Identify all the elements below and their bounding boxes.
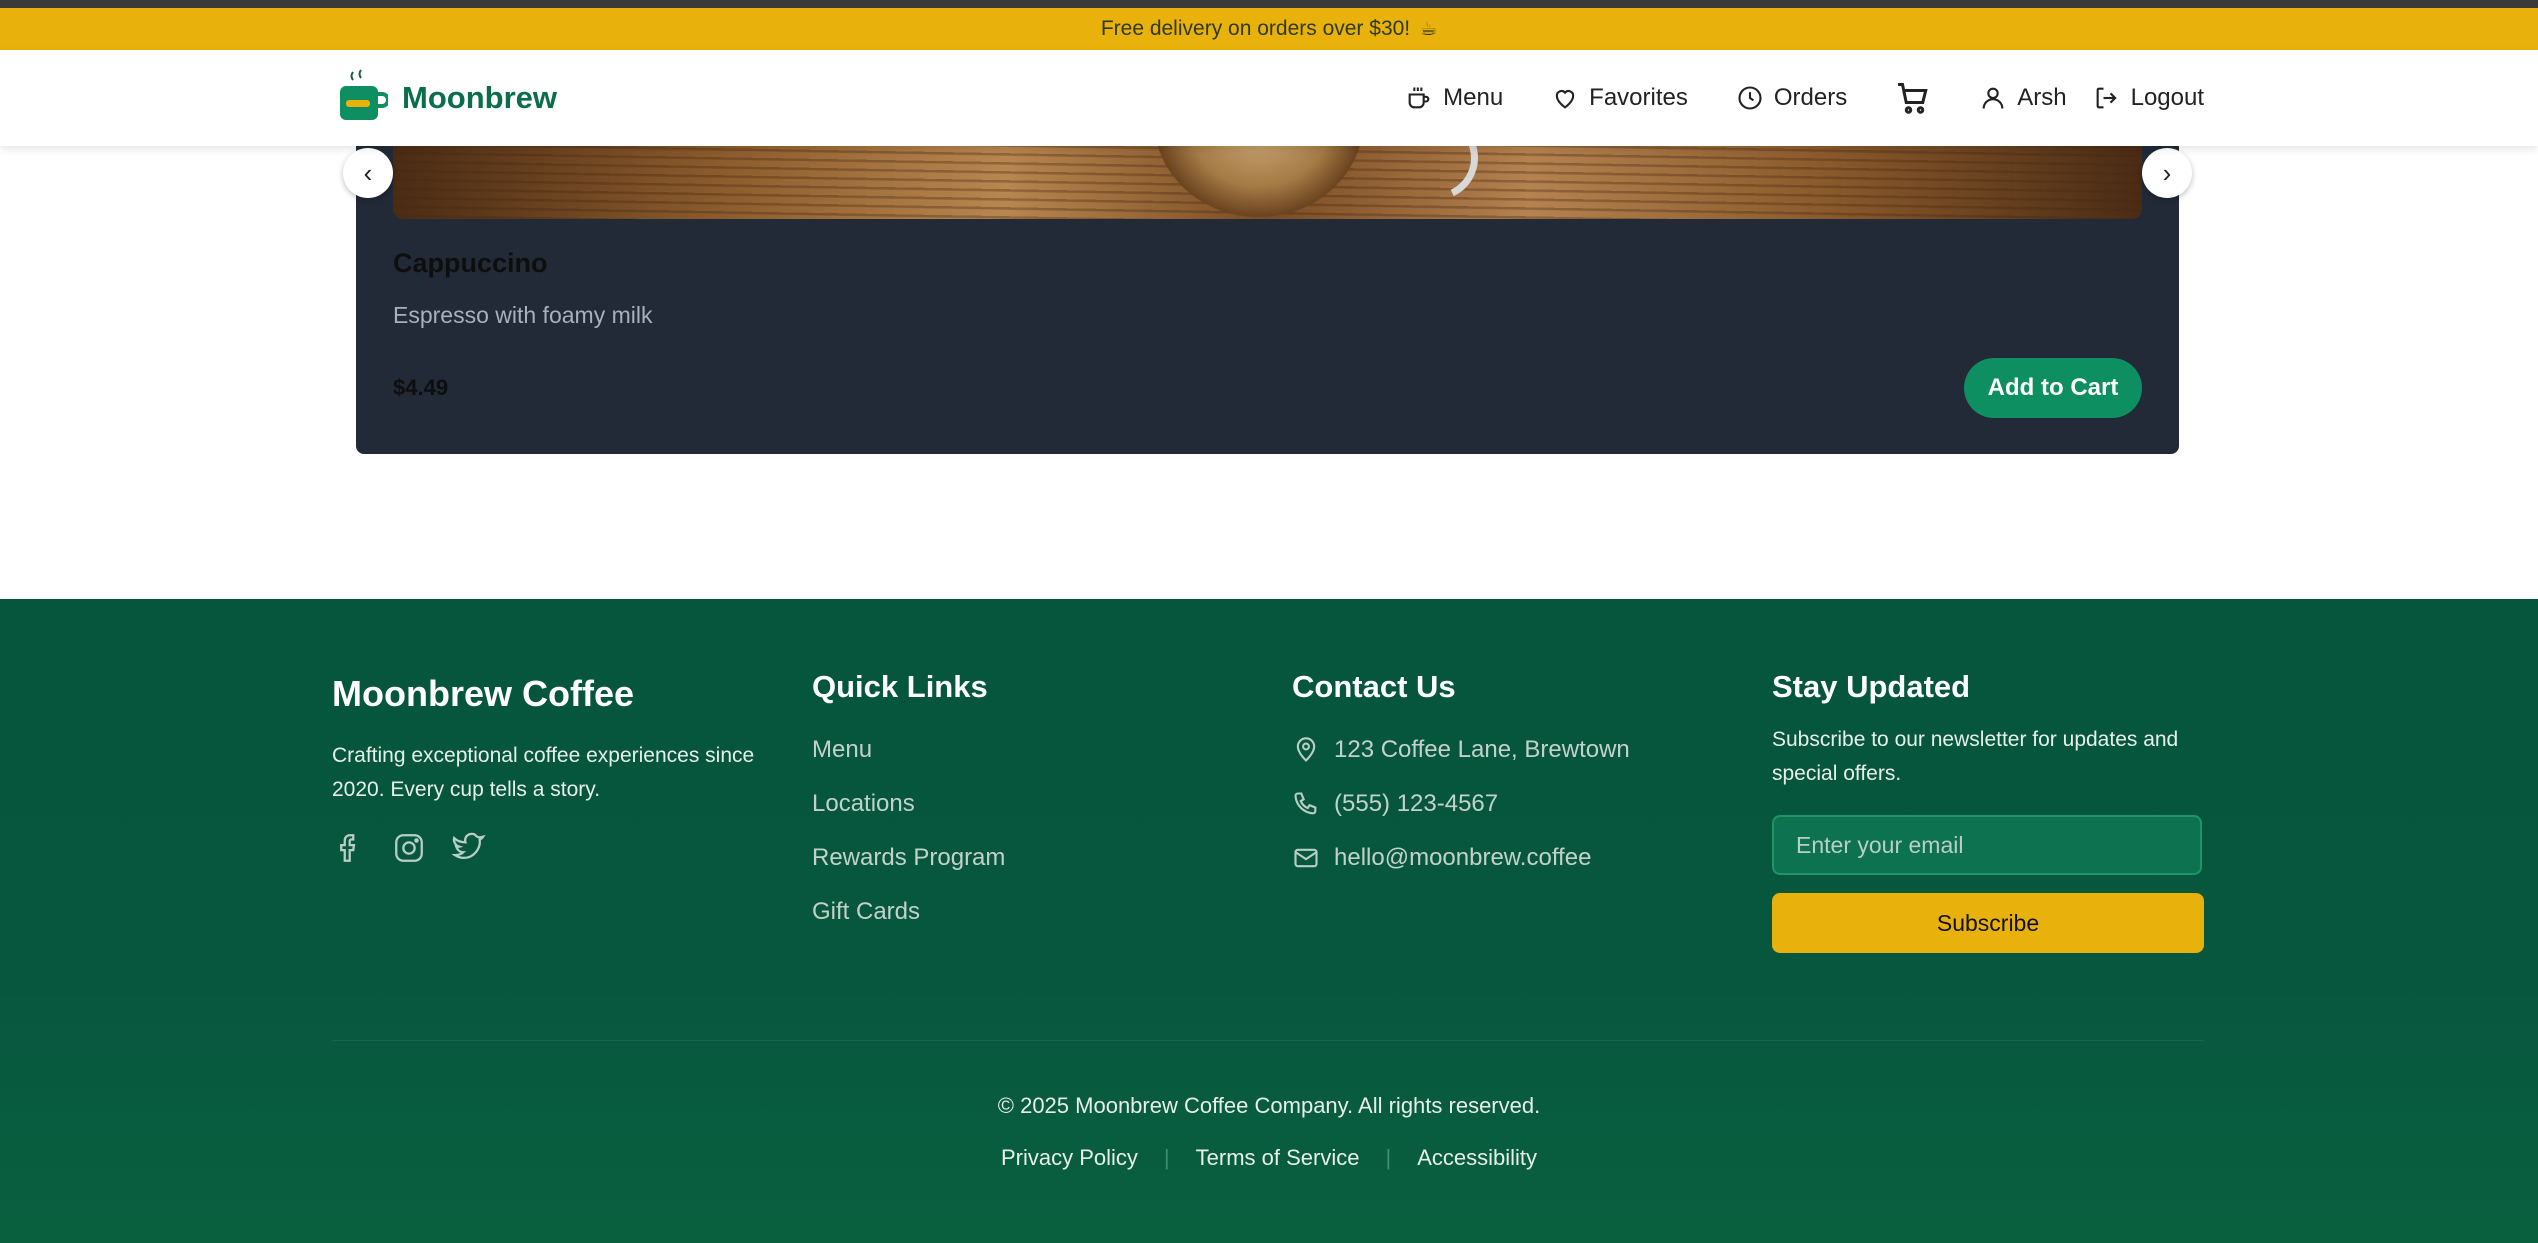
newsletter-text: Subscribe to our newsletter for updates … — [1772, 723, 2204, 791]
product-description: Espresso with foamy milk — [393, 302, 653, 328]
newsletter-line-2: special offers. — [1772, 762, 1902, 785]
carousel-next-button[interactable]: › — [2142, 148, 2192, 198]
brand-name: Moonbrew — [402, 80, 557, 115]
legal-separator: | — [1385, 1145, 1392, 1170]
nav-menu-link[interactable]: Menu — [1405, 84, 1503, 112]
quick-link-rewards[interactable]: Rewards Program — [812, 831, 1005, 885]
privacy-policy-link[interactable]: Privacy Policy — [1001, 1145, 1138, 1171]
social-links — [332, 831, 754, 865]
twitter-icon[interactable] — [452, 831, 486, 865]
product-card: Cappuccino Espresso with foamy milk $4.4… — [356, 146, 2179, 454]
contact-phone-text[interactable]: (555) 123-4567 — [1334, 790, 1498, 818]
footer-about: Moonbrew Coffee Crafting exceptional cof… — [332, 673, 754, 865]
chevron-left-icon: ‹ — [363, 157, 373, 188]
contact-address: 123 Coffee Lane, Brewtown — [1292, 723, 1630, 777]
quick-link-menu[interactable]: Menu — [812, 723, 1005, 777]
newsletter-line-1: Subscribe to our newsletter for updates … — [1772, 728, 2179, 751]
heart-icon — [1555, 90, 1575, 109]
product-carousel: Cappuccino Espresso with foamy milk $4.4… — [343, 146, 2192, 456]
user-controls: Arsh Logout — [1979, 84, 2204, 112]
legal-links: Privacy Policy | Terms of Service | Acce… — [0, 1145, 2538, 1171]
nav-orders-label: Orders — [1773, 84, 1848, 111]
footer-contact: Contact Us 123 Coffee Lane, Brewtown (55… — [1292, 669, 1630, 885]
shopping-cart-icon — [1898, 83, 1928, 114]
newsletter-email-input[interactable] — [1772, 815, 2202, 875]
user-icon — [1982, 87, 2004, 109]
contact-list: 123 Coffee Lane, Brewtown (555) 123-4567… — [1292, 723, 1630, 885]
contact-title: Contact Us — [1292, 669, 1456, 704]
logout-button[interactable]: Logout — [2093, 84, 2204, 112]
nav-menu-label: Menu — [1443, 84, 1504, 111]
nav-favorites-link[interactable]: Favorites — [1551, 84, 1688, 112]
footer-about-line-2: 2020. Every cup tells a story. — [332, 778, 601, 801]
site-footer: Moonbrew Coffee Crafting exceptional cof… — [0, 599, 2538, 1243]
newsletter-form: Subscribe — [1772, 815, 2204, 953]
accessibility-link[interactable]: Accessibility — [1417, 1145, 1537, 1171]
logout-icon — [2096, 87, 2117, 109]
product-image — [393, 146, 2142, 219]
coffee-cup-icon — [1408, 87, 1430, 109]
quick-links-list: Menu Locations Rewards Program Gift Card… — [812, 723, 1005, 939]
facebook-icon[interactable] — [332, 831, 366, 865]
copyright-text: © 2025 Moonbrew Coffee Company. All righ… — [997, 1093, 1541, 1118]
legal-separator: | — [1163, 1145, 1170, 1170]
newsletter-title: Stay Updated — [1772, 669, 1971, 704]
terms-of-service-link[interactable]: Terms of Service — [1196, 1145, 1360, 1171]
nav-orders-link[interactable]: Orders — [1736, 84, 1847, 112]
carousel-prev-button[interactable]: ‹ — [343, 148, 393, 198]
cart-button[interactable] — [1895, 80, 1931, 116]
footer-newsletter: Stay Updated Subscribe to our newsletter… — [1772, 669, 2204, 953]
footer-about-line-1: Crafting exceptional coffee experiences … — [332, 744, 755, 767]
user-profile-link[interactable]: Arsh — [1979, 84, 2067, 112]
footer-about-text: Crafting exceptional coffee experiences … — [332, 739, 754, 807]
logout-label: Logout — [2130, 84, 2204, 111]
brand-link[interactable]: Moonbrew — [338, 68, 557, 128]
promo-text: Free delivery on orders over $30! — [1100, 17, 1411, 40]
chevron-right-icon: › — [2162, 157, 2172, 188]
contact-address-text: 123 Coffee Lane, Brewtown — [1334, 736, 1630, 763]
footer-quick-links: Quick Links Menu Locations Rewards Progr… — [812, 669, 1005, 939]
coffee-cup-logo-icon — [338, 68, 390, 128]
footer-brand-title: Moonbrew Coffee — [332, 673, 634, 714]
product-name: Cappuccino — [393, 248, 548, 278]
contact-phone: (555) 123-4567 — [1292, 777, 1630, 831]
subscribe-button[interactable]: Subscribe — [1772, 893, 2204, 953]
product-price: $4.49 — [393, 375, 449, 400]
cup-handle-shape — [1382, 146, 1490, 212]
navbar: Moonbrew Menu Favorites Orders Arsh Logo… — [0, 50, 2538, 146]
contact-email-text[interactable]: hello@moonbrew.coffee — [1334, 844, 1591, 872]
promo-banner: Free delivery on orders over $30! ☕ — [0, 8, 2538, 50]
instagram-icon[interactable] — [392, 831, 426, 865]
mail-icon — [1294, 848, 1318, 868]
nav-favorites-label: Favorites — [1589, 84, 1688, 111]
browser-top-edge — [0, 0, 2538, 8]
footer-divider — [332, 1040, 2204, 1041]
add-to-cart-button[interactable]: Add to Cart — [1964, 358, 2142, 418]
coffee-emoji-icon: ☕ — [1420, 18, 1438, 40]
quick-link-gift-cards[interactable]: Gift Cards — [812, 885, 1005, 939]
contact-email: hello@moonbrew.coffee — [1292, 831, 1630, 885]
clock-icon — [1738, 86, 1762, 110]
main-nav: Menu Favorites Orders Arsh Logout — [1405, 50, 2204, 146]
quick-link-locations[interactable]: Locations — [812, 777, 1005, 831]
map-pin-icon — [1296, 737, 1316, 762]
phone-icon — [1294, 792, 1317, 815]
user-name: Arsh — [2017, 84, 2067, 111]
quick-links-title: Quick Links — [812, 669, 988, 704]
